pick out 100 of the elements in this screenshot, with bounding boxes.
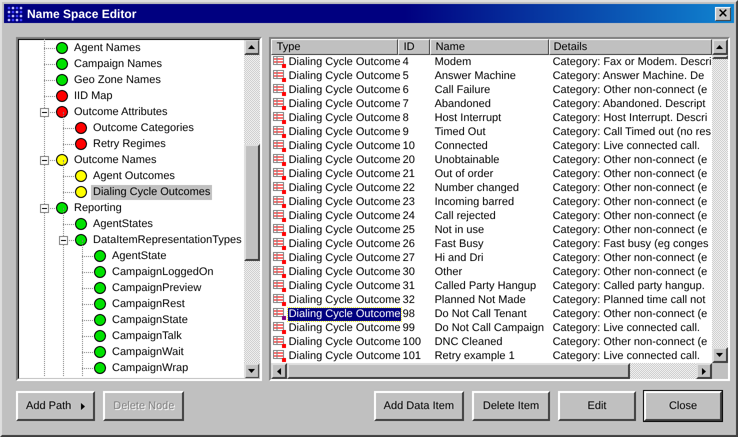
table-cell-text: 99 [402, 322, 416, 334]
collapse-toggle[interactable] [59, 236, 68, 245]
list-item[interactable]: Dialing Cycle Outcome [288, 112, 402, 124]
push-button[interactable]: Close [644, 391, 722, 421]
table-cell-text: Unobtainable [434, 154, 500, 166]
list-item[interactable]: Dialing Cycle Outcome [288, 336, 402, 348]
table-cell-text: Retry example 1 [434, 350, 516, 362]
push-button[interactable]: Add Data Item [374, 391, 464, 421]
table-cell-text: Answer Machine [434, 70, 517, 82]
close-button[interactable]: × [715, 6, 731, 20]
scroll-up-icon [716, 45, 724, 49]
table-icon [272, 308, 286, 320]
table-cell-text: 101 [402, 350, 422, 362]
menu-button[interactable]: Add Path [16, 391, 96, 421]
table-cell-text: 25 [402, 224, 416, 236]
table-cell-text: 26 [402, 238, 416, 250]
scrollbar[interactable] [244, 39, 260, 379]
scroll-right-icon [702, 368, 706, 374]
table-cell-text: 6 [402, 84, 410, 96]
table-cell-text: Category: Live connected call. [552, 140, 701, 152]
collapse-toggle[interactable] [40, 108, 49, 117]
tree-item[interactable]: CampaignTalk [110, 328, 184, 344]
table-cell-text: Category: Live connected call. [552, 322, 701, 334]
list-item[interactable]: Dialing Cycle Outcome [288, 224, 402, 236]
list-item[interactable]: Dialing Cycle Outcome [288, 168, 402, 180]
table-icon [272, 112, 286, 124]
tree-item[interactable]: Agent Outcomes [91, 168, 177, 184]
tree-item[interactable]: CampaignLoggedOn [110, 264, 216, 280]
table-icon [272, 154, 286, 166]
tree-item[interactable]: CampaignRest [110, 296, 187, 312]
tree-item[interactable]: Geo Zone Names [72, 72, 163, 88]
table-cell-text: 27 [402, 252, 416, 264]
scrollbar[interactable] [712, 39, 728, 363]
table-cell-text: Category: Call Timed out (no res [552, 126, 712, 138]
table-cell-text: Category: Called party hangup. [552, 280, 706, 292]
column-header[interactable]: Type [270, 39, 398, 55]
tree-item[interactable]: CampaignWait [110, 344, 186, 360]
list-item[interactable]: Dialing Cycle Outcome [288, 98, 402, 110]
scroll-down-icon [248, 369, 256, 373]
push-button[interactable]: Delete Item [472, 391, 550, 421]
tree-item[interactable]: Agent Names [72, 40, 143, 56]
list-item[interactable]: Dialing Cycle Outcome [288, 154, 402, 166]
table-cell-text: Connected [434, 140, 489, 152]
push-button[interactable]: Edit [558, 391, 636, 421]
list-item[interactable]: Dialing Cycle Outcome [288, 140, 402, 152]
list-item[interactable]: Dialing Cycle Outcome [288, 182, 402, 194]
table-cell-text: 100 [402, 336, 422, 348]
collapse-toggle[interactable] [40, 204, 49, 213]
tree-item[interactable]: DataItemRepresentationTypes [91, 232, 244, 248]
table-cell-text: Not in use [434, 224, 486, 236]
list-item[interactable]: Dialing Cycle Outcome [288, 294, 402, 306]
table-cell-text: Category: Other non-connect (e [552, 168, 708, 180]
tree-item[interactable]: CampaignPreview [110, 280, 204, 296]
table-cell-text: Incoming barred [434, 196, 516, 208]
table-cell-text: Category: Answer Machine. De [552, 70, 706, 82]
table-cell-text: 20 [402, 154, 416, 166]
table-cell-text: Host Interrupt [434, 112, 502, 124]
tree-item[interactable]: Retry Regimes [91, 136, 168, 152]
table-cell-text: Abandoned [434, 98, 492, 110]
column-header[interactable]: Name [430, 39, 549, 55]
list-item[interactable]: Dialing Cycle Outcome [288, 56, 402, 68]
tree-item[interactable]: IID Map [72, 88, 115, 104]
list-item[interactable]: Dialing Cycle Outcome [288, 196, 402, 208]
table-cell-text: 32 [402, 294, 416, 306]
list-item[interactable]: Dialing Cycle Outcome [288, 238, 402, 250]
list-item[interactable]: Dialing Cycle Outcome [288, 350, 402, 362]
table-cell-text: 8 [402, 112, 410, 124]
list-item[interactable]: Dialing Cycle Outcome [288, 126, 402, 138]
list-item[interactable]: Dialing Cycle Outcome [288, 322, 402, 334]
list-item[interactable]: Dialing Cycle Outcome [288, 210, 402, 222]
list-item[interactable]: Dialing Cycle Outcome [288, 266, 402, 278]
list-item[interactable]: Dialing Cycle Outcome [288, 252, 402, 264]
table-cell-text: Category: Planned time call not [552, 294, 706, 306]
list-item[interactable]: Dialing Cycle Outcome [288, 84, 402, 96]
tree-item[interactable]: Dialing Cycle Outcomes [91, 184, 212, 200]
tree-item[interactable]: Outcome Attributes [72, 104, 170, 120]
table-cell-text: 31 [402, 280, 416, 292]
table-icon [272, 70, 286, 82]
table-cell-text: Category: Abandoned. Descript [552, 98, 706, 110]
tree-item[interactable]: Outcome Names [72, 152, 159, 168]
tree-item[interactable]: CampaignState [110, 312, 190, 328]
list-item[interactable]: Dialing Cycle Outcome [288, 308, 402, 320]
table-icon [272, 252, 286, 264]
list-item[interactable]: Dialing Cycle Outcome [288, 280, 402, 292]
tree-item[interactable]: AgentStates [91, 216, 155, 232]
table-cell-text: 5 [402, 70, 410, 82]
tree-item[interactable]: Outcome Categories [91, 120, 196, 136]
tree-item[interactable]: Campaign Names [72, 56, 164, 72]
column-header[interactable]: Details [548, 39, 712, 55]
table-cell-text: 24 [402, 210, 416, 222]
tree-item[interactable]: AgentState [110, 248, 168, 264]
tree-item[interactable]: CampaignWrap [110, 360, 190, 376]
table-cell-text: Category: Host Interrupt. Descri [552, 112, 708, 124]
list-item[interactable]: Dialing Cycle Outcome [288, 70, 402, 82]
collapse-toggle[interactable] [40, 156, 49, 165]
tree-item[interactable]: Reporting [72, 200, 124, 216]
column-header[interactable]: ID [398, 39, 430, 55]
scrollbar[interactable] [270, 363, 728, 379]
table-cell-text: 22 [402, 182, 416, 194]
table-cell-text: Category: Other non-connect (e [552, 196, 708, 208]
